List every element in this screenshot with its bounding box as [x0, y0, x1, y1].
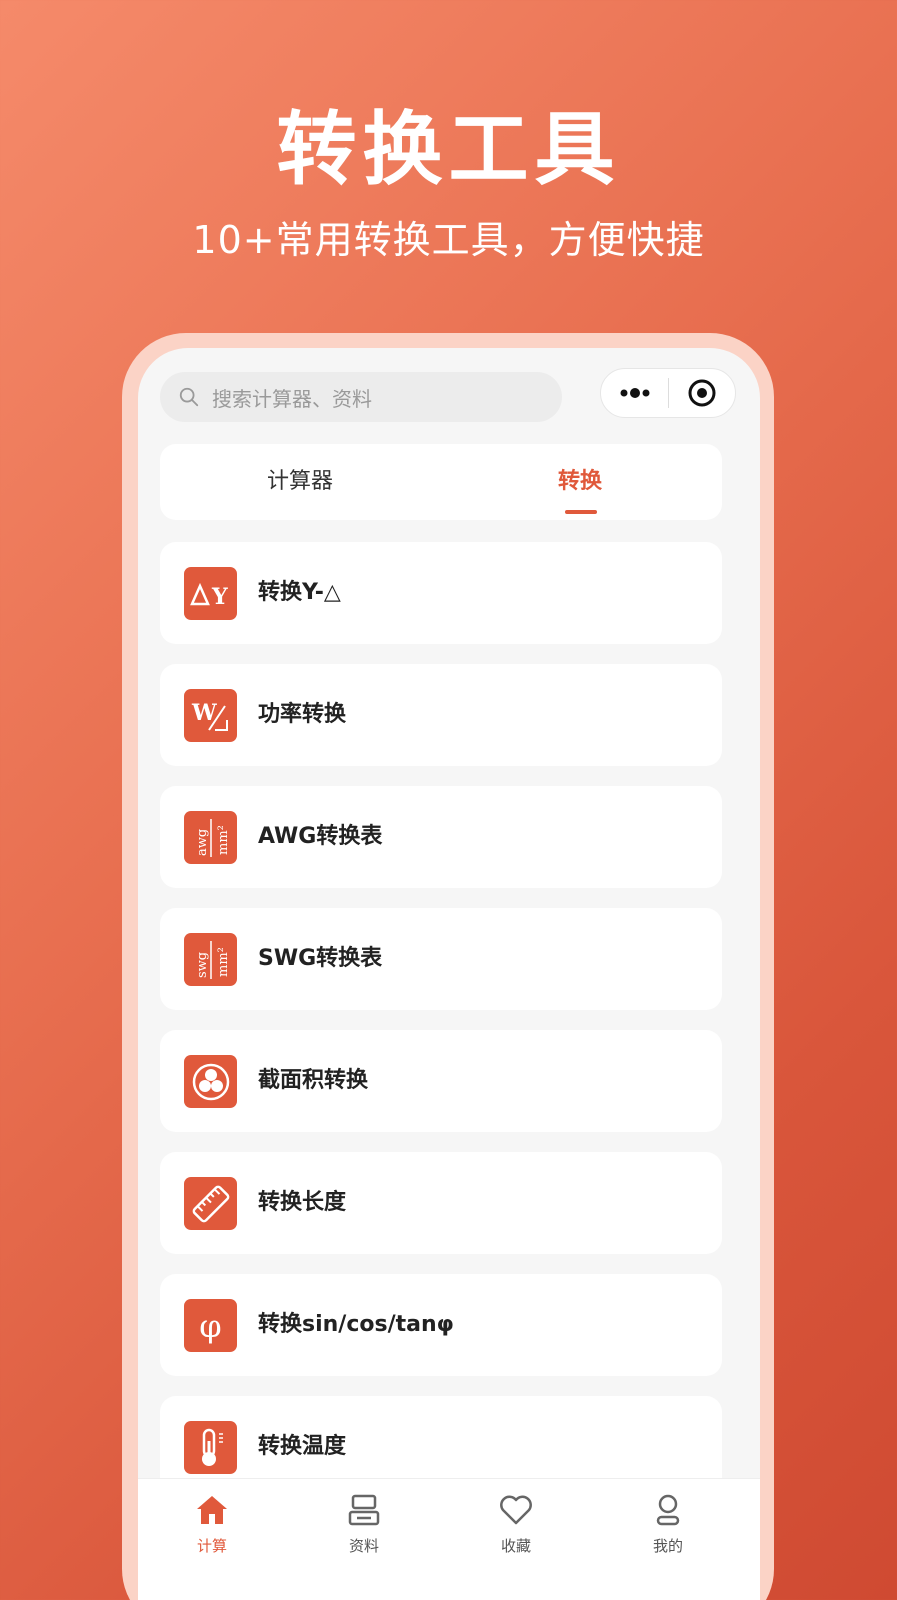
miniprogram-capsule — [600, 368, 736, 418]
phi-icon: φ — [184, 1299, 237, 1352]
tab-calculator[interactable]: 计算器 — [200, 444, 400, 520]
hero-title: 转换工具 — [276, 103, 621, 196]
phi-glyph: φ — [199, 1306, 222, 1345]
search-input[interactable]: 搜索计算器、资料 — [160, 372, 562, 422]
list-item-label: AWG转换表 — [258, 824, 383, 849]
search-icon — [179, 387, 199, 407]
more-dots-icon — [620, 388, 649, 398]
power-w-icon: W — [184, 689, 237, 742]
tabbar-item-docs[interactable]: 资料 — [304, 1479, 424, 1569]
list-item-label: 截面积转换 — [258, 1068, 369, 1093]
hero-subtitle: 10+常用转换工具，方便快捷 — [192, 218, 705, 262]
list-item-awg[interactable]: awg mm² AWG转换表 — [160, 786, 722, 888]
ruler-icon — [184, 1177, 237, 1230]
heart-icon — [500, 1495, 532, 1525]
thermometer-icon — [184, 1421, 237, 1474]
cross-section-icon — [184, 1055, 237, 1108]
tabbar-label: 计算 — [196, 1537, 227, 1555]
search-placeholder: 搜索计算器、资料 — [212, 386, 372, 411]
svg-text:awg: awg — [195, 828, 210, 855]
list-item-swg[interactable]: swg mm² SWG转换表 — [160, 908, 722, 1010]
tabbar-label: 资料 — [348, 1537, 379, 1555]
tab-bar-top: 计算器 转换 — [160, 444, 722, 520]
list-item-label: 转换长度 — [258, 1190, 347, 1215]
list-item-cross-section[interactable]: 截面积转换 — [160, 1030, 722, 1132]
swg-table-icon: swg mm² — [184, 933, 237, 986]
tabbar-item-calc[interactable]: 计算 — [152, 1479, 272, 1569]
list-item-sincostan[interactable]: φ 转换sin/cos/tanφ — [160, 1274, 722, 1376]
svg-text:mm²: mm² — [216, 947, 231, 977]
list-item-label: 转换sin/cos/tanφ — [258, 1312, 454, 1337]
list-item-length[interactable]: 转换长度 — [160, 1152, 722, 1254]
svg-text:mm²: mm² — [216, 825, 231, 855]
delta-y-icon: Y — [184, 567, 237, 620]
svg-text:swg: swg — [195, 951, 210, 977]
list-item-delta-y[interactable]: Y 转换Y-△ — [160, 542, 722, 644]
tab-convert[interactable]: 转换 — [480, 444, 680, 520]
close-miniprogram-button[interactable] — [669, 378, 735, 408]
list-item-power[interactable]: W 功率转换 — [160, 664, 722, 766]
home-icon — [197, 1496, 227, 1524]
active-tab-indicator — [565, 510, 597, 514]
tabbar-label: 收藏 — [500, 1537, 531, 1555]
list-item-label: 转换Y-△ — [258, 580, 341, 605]
list-item-label: 功率转换 — [258, 702, 347, 727]
more-button[interactable] — [601, 388, 668, 398]
tabbar-item-profile[interactable]: 我的 — [608, 1479, 728, 1569]
awg-table-icon: awg mm² — [184, 811, 237, 864]
list-item-label: SWG转换表 — [258, 946, 383, 971]
document-icon — [348, 1494, 380, 1526]
tabbar-label: 我的 — [652, 1537, 683, 1555]
target-close-icon — [688, 379, 716, 407]
user-icon — [656, 1494, 680, 1526]
phone-screen: 搜索计算器、资料 计算器 转换 Y 转换Y-△ W 功率转换 awg mm² A… — [138, 348, 760, 1600]
tabbar-item-favorites[interactable]: 收藏 — [456, 1479, 576, 1569]
conversion-list: Y 转换Y-△ W 功率转换 awg mm² AWG转换表 swg mm² SW… — [160, 542, 722, 1518]
bottom-tab-bar: 计算 资料 收藏 我的 — [138, 1478, 760, 1600]
svg-text:Y: Y — [211, 584, 228, 608]
